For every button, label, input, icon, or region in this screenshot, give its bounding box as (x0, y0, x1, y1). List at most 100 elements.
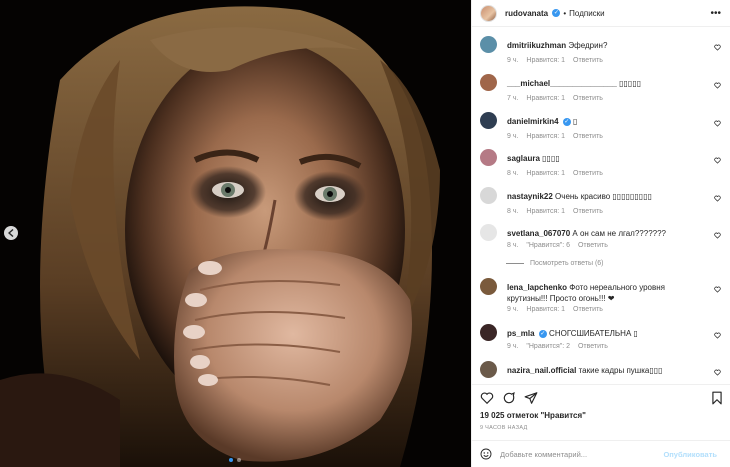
comment-heart-icon[interactable] (714, 286, 721, 293)
comment-avatar[interactable] (480, 324, 497, 341)
reply-button[interactable]: Ответить (578, 343, 608, 350)
comment-avatar[interactable] (480, 36, 497, 53)
comment-time[interactable]: 8 ч. (507, 242, 518, 249)
comment-text: ▯ (573, 117, 578, 126)
reply-button[interactable]: Ответить (573, 95, 603, 102)
comment-username[interactable]: ps_mla (507, 329, 535, 338)
comment-likes[interactable]: Нравится: 1 (526, 170, 565, 177)
post-sidebar: rudovanata ✓ • Подписки ••• dmitriikuzhm… (471, 0, 730, 467)
header-separator: • (563, 8, 567, 18)
comment-username[interactable]: danielmirkin4 (507, 117, 559, 126)
comment-text: ▯▯▯▯▯ (619, 79, 642, 88)
reply-button[interactable]: Ответить (573, 57, 603, 64)
comment-meta: 7 ч. Нравится: 1 Ответить (507, 95, 609, 102)
add-comment-bar: Опубликовать (472, 440, 730, 467)
comment-avatar[interactable] (480, 149, 497, 166)
carousel-dot-active (229, 458, 233, 462)
comment-meta: 9 ч. Нравится: 1 Ответить (507, 57, 609, 64)
carousel-dots (229, 458, 241, 462)
reply-button[interactable]: Ответить (573, 170, 603, 177)
comment-time[interactable]: 7 ч. (507, 95, 518, 102)
reply-button[interactable]: Ответить (578, 242, 608, 249)
carousel-prev-button[interactable] (4, 226, 18, 240)
comment-text: ▯▯▯▯ (542, 154, 560, 163)
comment-text: Эфедрин? (568, 41, 608, 50)
comment-body: ps_mla ✓ СНОГСШИБАТЕЛЬНА ▯ (507, 328, 707, 339)
comment-text: Очень красиво ▯▯▯▯▯▯▯▯▯ (555, 192, 653, 201)
comment-likes[interactable]: Нравится: 1 (526, 95, 565, 102)
comment-meta: 8 ч. "Нравится": 6 Ответить (507, 242, 614, 249)
comment-avatar[interactable] (480, 278, 497, 295)
comment-heart-icon[interactable] (714, 195, 721, 202)
likes-count[interactable]: 19 025 отметок "Нравится" (480, 411, 586, 420)
comment-input[interactable] (500, 449, 664, 459)
reply-button[interactable]: Ответить (573, 133, 603, 140)
author-avatar[interactable] (480, 4, 497, 22)
heart-icon[interactable] (480, 391, 494, 405)
comment-username[interactable]: svetlana_067070 (507, 229, 570, 238)
comment-likes[interactable]: Нравится: 1 (526, 306, 565, 313)
following-button[interactable]: Подписки (569, 9, 604, 18)
comment-username[interactable]: lena_lapchenko (507, 283, 567, 292)
comment-text: А он сам не лгал??????? (572, 229, 666, 238)
comment-heart-icon[interactable] (714, 332, 721, 339)
share-icon[interactable] (524, 391, 538, 405)
comment-avatar[interactable] (480, 112, 497, 129)
comment-avatar[interactable] (480, 74, 497, 91)
bookmark-icon[interactable] (710, 391, 724, 405)
post-dialog: rudovanata ✓ • Подписки ••• dmitriikuzhm… (0, 0, 730, 467)
post-time[interactable]: 9 ЧАСОВ НАЗАД (480, 425, 528, 431)
post-photo[interactable] (0, 0, 471, 467)
comment-meta: 9 ч. Нравится: 1 Ответить (507, 306, 609, 313)
post-header: rudovanata ✓ • Подписки ••• (472, 0, 730, 27)
comment-icon[interactable] (502, 391, 516, 405)
comment-time[interactable]: 9 ч. (507, 57, 518, 64)
comment-likes[interactable]: "Нравится": 2 (526, 343, 570, 350)
comment-body: dmitriikuzhman Эфедрин? (507, 40, 707, 51)
comment-time[interactable]: 8 ч. (507, 170, 518, 177)
comment-time[interactable]: 9 ч. (507, 343, 518, 350)
emoji-icon[interactable] (480, 448, 492, 460)
replies-divider (506, 263, 524, 264)
comment-time[interactable]: 9 ч. (507, 133, 518, 140)
comment-avatar[interactable] (480, 224, 497, 241)
comment-heart-icon[interactable] (714, 157, 721, 164)
comment-avatar[interactable] (480, 187, 497, 204)
comment-time[interactable]: 9 ч. (507, 306, 518, 313)
comment-username[interactable]: nazira_nail.official (507, 366, 576, 375)
author-username[interactable]: rudovanata (505, 9, 548, 18)
portrait-image (0, 0, 471, 467)
comment-username[interactable]: nastaynik22 (507, 192, 553, 201)
reply-button[interactable]: Ответить (573, 208, 603, 215)
comment-username[interactable]: dmitriikuzhman (507, 41, 566, 50)
comment-body: svetlana_067070 А он сам не лгал??????? (507, 228, 707, 239)
comment-likes[interactable]: Нравится: 1 (526, 57, 565, 64)
comments-list: dmitriikuzhman Эфедрин? 9 ч. Нравится: 1… (472, 28, 730, 384)
comment-time[interactable]: 8 ч. (507, 208, 518, 215)
comment-heart-icon[interactable] (714, 44, 721, 51)
comment-meta: 9 ч. Нравится: 1 Ответить (507, 133, 609, 140)
reply-button[interactable]: Ответить (573, 306, 603, 313)
comment-username[interactable]: ___michael_______________ (507, 79, 617, 88)
more-options-icon[interactable]: ••• (710, 8, 721, 19)
comment-heart-icon[interactable] (714, 82, 721, 89)
view-replies-button[interactable]: Посмотреть ответы (6) (506, 260, 604, 267)
publish-button[interactable]: Опубликовать (663, 450, 717, 459)
comment-heart-icon[interactable] (714, 369, 721, 376)
post-actions (472, 384, 730, 411)
comment-likes[interactable]: Нравится: 1 (526, 133, 565, 140)
verified-badge-icon: ✓ (538, 329, 547, 338)
comment-text: такие кадры пушка▯▯▯ (578, 366, 663, 375)
author-username-wrap: rudovanata ✓ (505, 9, 561, 18)
comment-heart-icon[interactable] (714, 232, 721, 239)
comment-likes[interactable]: Нравится: 1 (526, 208, 565, 215)
carousel-dot (237, 458, 241, 462)
view-replies-label: Посмотреть ответы (6) (530, 260, 604, 267)
comment-username[interactable]: saglaura (507, 154, 540, 163)
comment-heart-icon[interactable] (714, 120, 721, 127)
verified-badge-icon: ✓ (552, 9, 561, 18)
comment-meta: 8 ч. Нравится: 1 Ответить (507, 170, 609, 177)
comment-avatar[interactable] (480, 361, 497, 378)
comment-body: nazira_nail.official такие кадры пушка▯▯… (507, 365, 707, 376)
comment-likes[interactable]: "Нравится": 6 (526, 242, 570, 249)
